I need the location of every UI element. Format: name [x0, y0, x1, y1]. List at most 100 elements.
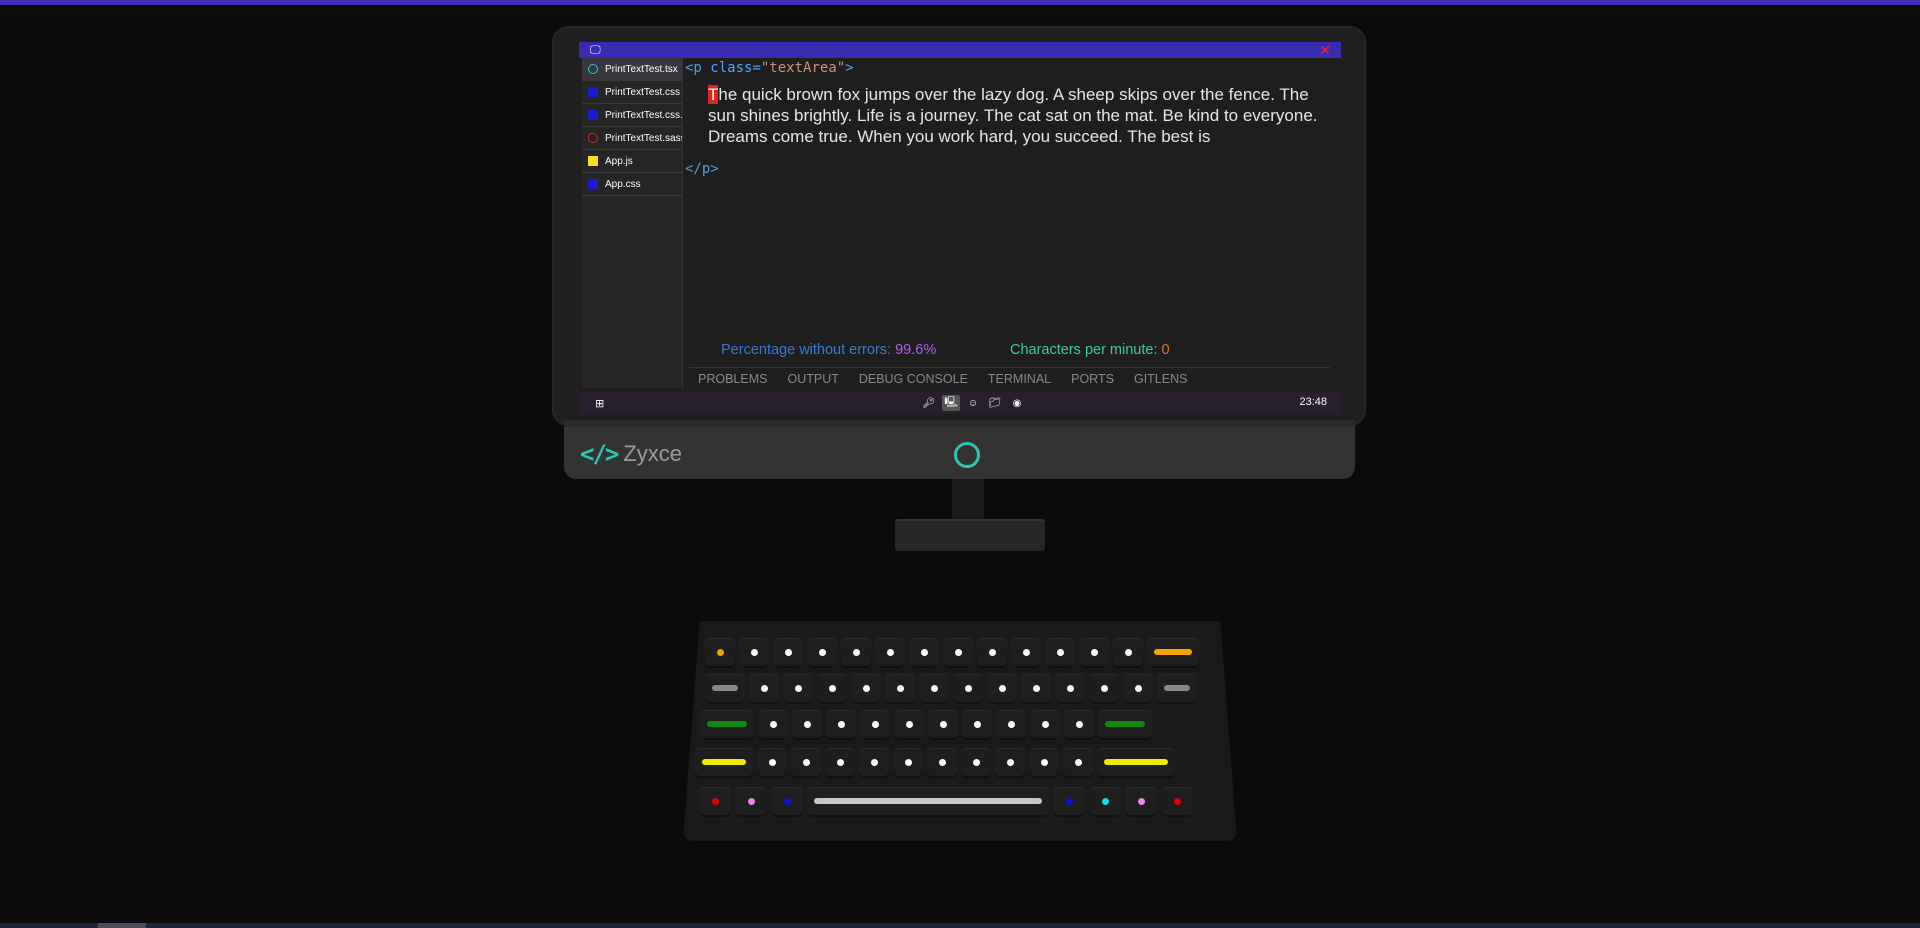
keyboard-key[interactable]	[1089, 787, 1121, 815]
power-button[interactable]	[954, 442, 980, 468]
keyboard-key[interactable]	[953, 674, 983, 702]
keyboard-key[interactable]	[700, 710, 754, 738]
file-tab[interactable]: PrintTextTest.css	[582, 81, 682, 104]
keyboard-key[interactable]	[1079, 638, 1109, 666]
key-indicator	[769, 720, 777, 728]
keyboard-key[interactable]	[1157, 674, 1197, 702]
file-tab[interactable]: PrintTextTest.tsx	[582, 58, 682, 81]
panel-tab[interactable]: OUTPUT	[787, 372, 838, 386]
key-indicator	[905, 720, 913, 728]
keyboard-key[interactable]	[1113, 638, 1143, 666]
keyboard-key[interactable]	[1161, 787, 1193, 815]
keyboard-key[interactable]	[1064, 710, 1094, 738]
keyboard-key[interactable]	[739, 638, 769, 666]
keyboard-key[interactable]	[699, 787, 731, 815]
panel-tab[interactable]: GITLENS	[1134, 372, 1188, 386]
keyboard-key[interactable]	[909, 638, 939, 666]
keyboard-key[interactable]	[735, 787, 767, 815]
key-icon[interactable]: 🔑︎	[920, 395, 938, 411]
file-tab[interactable]: PrintTextTest.css...	[582, 104, 682, 127]
cpm-label: Characters per minute:	[1010, 342, 1162, 358]
keyboard-key[interactable]	[826, 710, 856, 738]
keyboard-key[interactable]	[817, 674, 847, 702]
keyboard-key[interactable]	[771, 787, 803, 815]
keyboard-key[interactable]	[807, 638, 837, 666]
folder-icon[interactable]: 📁︎	[986, 395, 1004, 411]
keyboard-key[interactable]	[758, 710, 788, 738]
keyboard-row	[705, 638, 1199, 666]
scrollbar-thumb[interactable]	[98, 923, 146, 928]
keyboard-key[interactable]	[1089, 674, 1119, 702]
keyboard-key[interactable]	[1030, 710, 1060, 738]
keyboard-key[interactable]	[1053, 787, 1085, 815]
keyboard-key[interactable]	[995, 748, 1025, 776]
keyboard-key[interactable]	[875, 638, 905, 666]
keyboard-key[interactable]	[1098, 710, 1152, 738]
keyboard-key[interactable]	[773, 638, 803, 666]
key-indicator	[998, 684, 1006, 692]
panel-tab[interactable]: PORTS	[1071, 372, 1114, 386]
keyboard-key[interactable]	[943, 638, 973, 666]
file-tab-label: PrintTextTest.css...	[605, 109, 682, 121]
keyboard-key[interactable]	[757, 748, 787, 776]
keyboard-key[interactable]	[987, 674, 1017, 702]
keyboard-key[interactable]	[807, 787, 1049, 815]
keyboard-key[interactable]	[885, 674, 915, 702]
keyboard-key[interactable]	[851, 674, 881, 702]
keyboard-row	[705, 674, 1197, 702]
keyboard-key[interactable]	[894, 710, 924, 738]
keyboard-key[interactable]	[928, 710, 958, 738]
laptop-icon[interactable]: 🖳︎	[942, 395, 960, 411]
keyboard-key[interactable]	[893, 748, 923, 776]
close-icon[interactable]: ✕	[1319, 42, 1331, 58]
keyboard-key[interactable]	[1147, 638, 1199, 666]
keyboard-key[interactable]	[961, 748, 991, 776]
keyboard-key[interactable]	[962, 710, 992, 738]
keyboard-key[interactable]	[1097, 748, 1175, 776]
laptop-icon: 🖵	[590, 44, 601, 56]
file-tab[interactable]: App.js	[582, 150, 682, 173]
keyboard-key[interactable]	[1021, 674, 1051, 702]
github-icon[interactable]: ◉	[1008, 395, 1026, 411]
keyboard-key[interactable]	[783, 674, 813, 702]
keyboard-key[interactable]	[791, 748, 821, 776]
keyboard-key[interactable]	[1055, 674, 1085, 702]
keyboard-key[interactable]	[1125, 787, 1157, 815]
key-indicator	[1090, 648, 1098, 656]
key-indicator	[814, 798, 1042, 804]
panel-tab[interactable]: TERMINAL	[988, 372, 1051, 386]
keyboard-key[interactable]	[695, 748, 753, 776]
keyboard-key[interactable]	[705, 638, 735, 666]
keyboard-key[interactable]	[927, 748, 957, 776]
keyboard-key[interactable]	[825, 748, 855, 776]
panel-tab[interactable]: PROBLEMS	[698, 372, 767, 386]
keyboard-key[interactable]	[1029, 748, 1059, 776]
keyboard-key[interactable]	[705, 674, 745, 702]
file-tab[interactable]: App.css	[582, 173, 682, 196]
css-icon	[588, 179, 598, 189]
key-indicator	[716, 648, 724, 656]
key-indicator	[1154, 649, 1192, 655]
typing-text-area[interactable]: The quick brown fox jumps over the lazy …	[708, 84, 1323, 147]
keyboard-key[interactable]	[1011, 638, 1041, 666]
person-icon[interactable]: ☺︎	[964, 395, 982, 411]
keyboard-key[interactable]	[1063, 748, 1093, 776]
windows-start-icon[interactable]: ⊞	[595, 397, 604, 410]
keyboard-key[interactable]	[977, 638, 1007, 666]
keyboard-key[interactable]	[860, 710, 890, 738]
panel-tab[interactable]: DEBUG CONSOLE	[859, 372, 968, 386]
keyboard-key[interactable]	[859, 748, 889, 776]
key-indicator	[1173, 797, 1181, 805]
keyboard-key[interactable]	[996, 710, 1026, 738]
keyboard	[683, 621, 1237, 841]
key-indicator	[1006, 758, 1014, 766]
keyboard-key[interactable]	[1123, 674, 1153, 702]
keyboard-key[interactable]	[749, 674, 779, 702]
key-indicator	[702, 759, 746, 765]
keyboard-key[interactable]	[1045, 638, 1075, 666]
keyboard-key[interactable]	[919, 674, 949, 702]
keyboard-key[interactable]	[792, 710, 822, 738]
keyboard-key[interactable]	[841, 638, 871, 666]
file-tab[interactable]: PrintTextTest.sass	[582, 127, 682, 150]
bottom-scrollbar[interactable]	[0, 923, 1920, 928]
